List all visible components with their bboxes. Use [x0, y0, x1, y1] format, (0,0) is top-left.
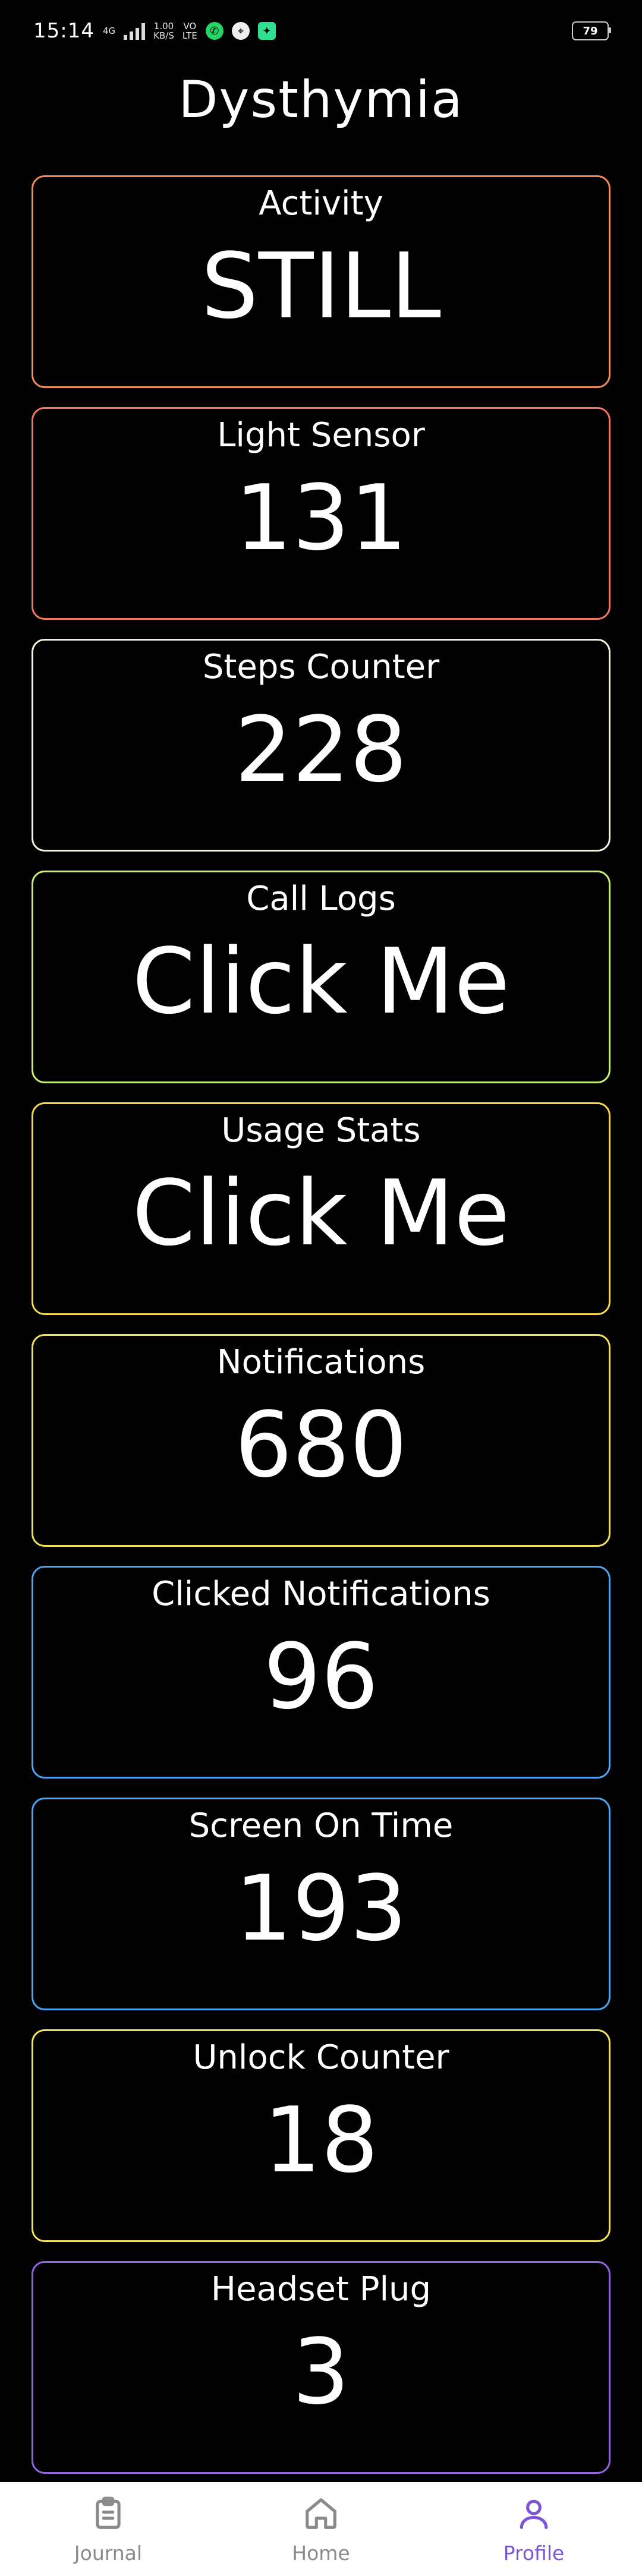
card-activity[interactable]: Activity STILL	[32, 175, 610, 388]
card-value: 3	[292, 2319, 350, 2424]
status-left: 15:14 4G 1.00 KB/S VO LTE ✆ ⌖ ✦	[33, 19, 276, 43]
card-screen-on-time[interactable]: Screen On Time 193	[32, 1798, 610, 2010]
whatsapp-icon: ✆	[205, 22, 224, 40]
nav-home[interactable]: Home	[256, 2482, 386, 2576]
card-steps-counter[interactable]: Steps Counter 228	[32, 639, 610, 852]
signal-type-label: 4G	[102, 26, 116, 36]
card-label: Unlock Counter	[193, 2038, 449, 2077]
bottom-navigation: Journal Home Profile	[0, 2482, 642, 2576]
card-label: Clicked Notifications	[152, 1575, 490, 1613]
network-speed: 1.00 KB/S	[153, 21, 174, 41]
card-light-sensor[interactable]: Light Sensor 131	[32, 407, 610, 620]
nav-label: Profile	[503, 2542, 565, 2565]
nav-label: Home	[292, 2542, 350, 2565]
volte-indicator: VO LTE	[182, 21, 197, 41]
card-value: 228	[234, 697, 408, 802]
card-label: Activity	[259, 184, 383, 223]
card-label: Notifications	[216, 1343, 426, 1382]
nav-journal[interactable]: Journal	[43, 2482, 174, 2576]
card-label: Headset Plug	[210, 2270, 432, 2309]
card-label: Usage Stats	[221, 1111, 421, 1150]
card-label: Light Sensor	[217, 416, 425, 455]
card-value: 680	[234, 1392, 408, 1497]
card-call-logs[interactable]: Call Logs Click Me	[32, 871, 610, 1083]
card-value: 96	[263, 1624, 379, 1729]
card-value: 131	[234, 465, 408, 570]
app-icon: ✦	[257, 22, 276, 40]
sensor-cards: Activity STILL Light Sensor 131 Steps Co…	[32, 175, 610, 2493]
battery-icon: 79	[572, 21, 611, 40]
nav-profile[interactable]: Profile	[468, 2482, 599, 2576]
home-icon	[306, 2498, 336, 2529]
card-value: STILL	[201, 234, 441, 339]
status-time: 15:14	[33, 19, 95, 43]
card-clicked-notifications[interactable]: Clicked Notifications 96	[32, 1566, 610, 1779]
clipboard-icon	[96, 2496, 121, 2529]
card-value: 193	[234, 1856, 408, 1961]
call-logs-button[interactable]: Click Me	[33, 929, 609, 1034]
card-unlock-counter[interactable]: Unlock Counter 18	[32, 2029, 610, 2242]
status-bar: 15:14 4G 1.00 KB/S VO LTE ✆ ⌖ ✦ 79	[0, 0, 642, 62]
location-icon: ⌖	[231, 22, 250, 40]
card-label: Screen On Time	[188, 1806, 454, 1845]
battery-level: 79	[583, 24, 598, 37]
profile-icon	[520, 2499, 548, 2529]
card-label: Steps Counter	[202, 648, 440, 686]
usage-stats-button[interactable]: Click Me	[33, 1161, 609, 1266]
card-usage-stats[interactable]: Usage Stats Click Me	[32, 1102, 610, 1315]
card-notifications[interactable]: Notifications 680	[32, 1334, 610, 1547]
card-label: Call Logs	[246, 879, 396, 918]
card-headset-plug[interactable]: Headset Plug 3	[32, 2261, 610, 2474]
app-title: Dysthymia	[178, 70, 464, 130]
signal-icon	[124, 22, 146, 40]
nav-label: Journal	[74, 2542, 143, 2565]
card-value: 18	[263, 2088, 379, 2193]
